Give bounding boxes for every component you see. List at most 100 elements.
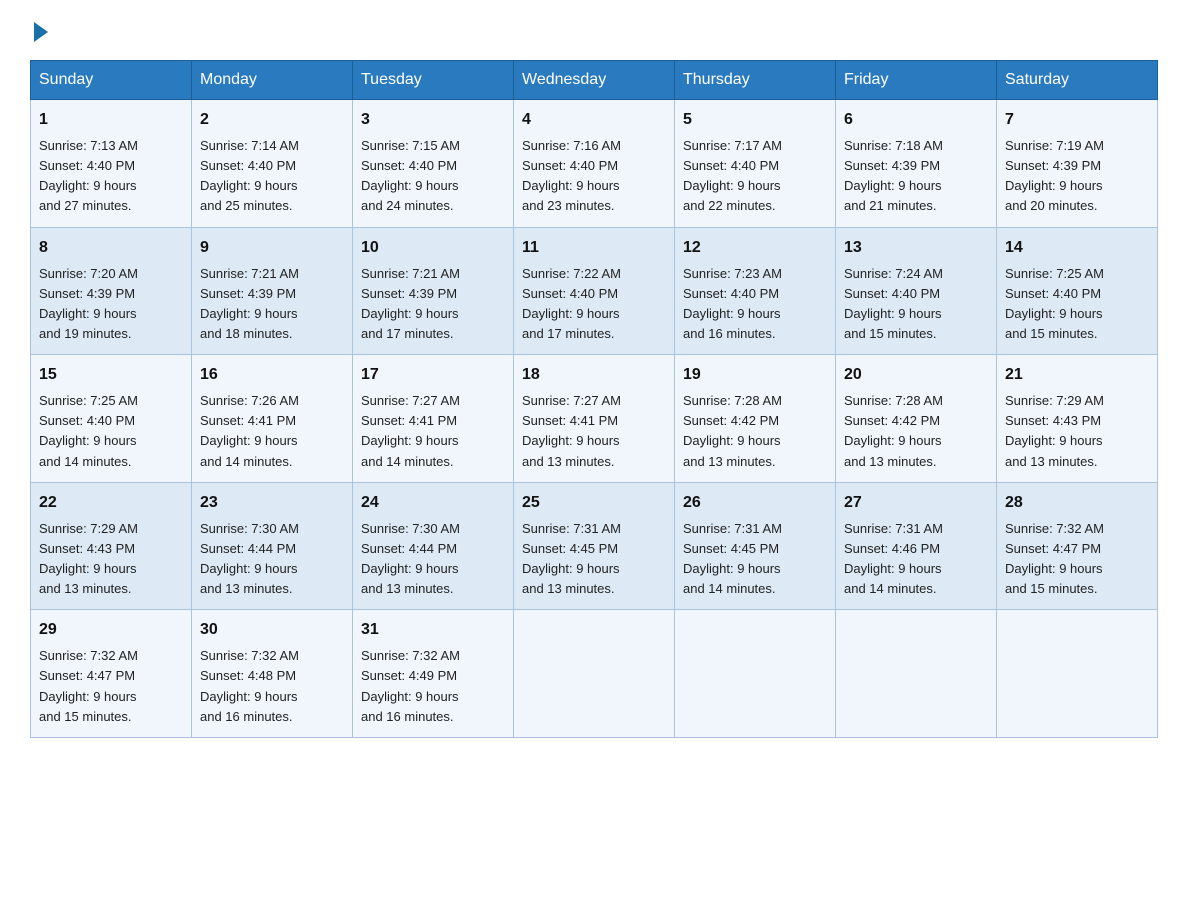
day-number: 10 [361, 236, 505, 260]
day-number: 2 [200, 108, 344, 132]
calendar-cell [514, 610, 675, 738]
day-number: 23 [200, 491, 344, 515]
day-number: 28 [1005, 491, 1149, 515]
calendar-cell: 15 Sunrise: 7:25 AMSunset: 4:40 PMDaylig… [31, 355, 192, 483]
day-number: 6 [844, 108, 988, 132]
day-info: Sunrise: 7:20 AMSunset: 4:39 PMDaylight:… [39, 266, 138, 341]
calendar-cell: 26 Sunrise: 7:31 AMSunset: 4:45 PMDaylig… [675, 482, 836, 610]
day-info: Sunrise: 7:30 AMSunset: 4:44 PMDaylight:… [361, 521, 460, 596]
day-number: 9 [200, 236, 344, 260]
day-info: Sunrise: 7:26 AMSunset: 4:41 PMDaylight:… [200, 393, 299, 468]
day-info: Sunrise: 7:29 AMSunset: 4:43 PMDaylight:… [1005, 393, 1104, 468]
day-number: 31 [361, 618, 505, 642]
day-number: 4 [522, 108, 666, 132]
day-number: 24 [361, 491, 505, 515]
day-number: 17 [361, 363, 505, 387]
calendar-cell: 4 Sunrise: 7:16 AMSunset: 4:40 PMDayligh… [514, 100, 675, 228]
day-info: Sunrise: 7:23 AMSunset: 4:40 PMDaylight:… [683, 266, 782, 341]
day-info: Sunrise: 7:16 AMSunset: 4:40 PMDaylight:… [522, 138, 621, 213]
day-info: Sunrise: 7:15 AMSunset: 4:40 PMDaylight:… [361, 138, 460, 213]
header-wednesday: Wednesday [514, 61, 675, 100]
day-info: Sunrise: 7:28 AMSunset: 4:42 PMDaylight:… [683, 393, 782, 468]
day-info: Sunrise: 7:32 AMSunset: 4:47 PMDaylight:… [39, 648, 138, 723]
day-info: Sunrise: 7:29 AMSunset: 4:43 PMDaylight:… [39, 521, 138, 596]
day-info: Sunrise: 7:18 AMSunset: 4:39 PMDaylight:… [844, 138, 943, 213]
day-info: Sunrise: 7:27 AMSunset: 4:41 PMDaylight:… [361, 393, 460, 468]
calendar-table: SundayMondayTuesdayWednesdayThursdayFrid… [30, 60, 1158, 738]
day-number: 5 [683, 108, 827, 132]
calendar-cell: 13 Sunrise: 7:24 AMSunset: 4:40 PMDaylig… [836, 227, 997, 355]
day-number: 30 [200, 618, 344, 642]
calendar-header-row: SundayMondayTuesdayWednesdayThursdayFrid… [31, 61, 1158, 100]
header-sunday: Sunday [31, 61, 192, 100]
header-thursday: Thursday [675, 61, 836, 100]
day-info: Sunrise: 7:25 AMSunset: 4:40 PMDaylight:… [39, 393, 138, 468]
day-info: Sunrise: 7:31 AMSunset: 4:45 PMDaylight:… [522, 521, 621, 596]
calendar-cell: 27 Sunrise: 7:31 AMSunset: 4:46 PMDaylig… [836, 482, 997, 610]
day-number: 12 [683, 236, 827, 260]
calendar-cell: 17 Sunrise: 7:27 AMSunset: 4:41 PMDaylig… [353, 355, 514, 483]
header-tuesday: Tuesday [353, 61, 514, 100]
logo [30, 20, 48, 42]
calendar-cell: 25 Sunrise: 7:31 AMSunset: 4:45 PMDaylig… [514, 482, 675, 610]
calendar-cell: 7 Sunrise: 7:19 AMSunset: 4:39 PMDayligh… [997, 100, 1158, 228]
calendar-cell: 3 Sunrise: 7:15 AMSunset: 4:40 PMDayligh… [353, 100, 514, 228]
calendar-cell: 14 Sunrise: 7:25 AMSunset: 4:40 PMDaylig… [997, 227, 1158, 355]
day-number: 11 [522, 236, 666, 260]
day-number: 22 [39, 491, 183, 515]
calendar-cell: 12 Sunrise: 7:23 AMSunset: 4:40 PMDaylig… [675, 227, 836, 355]
calendar-cell [997, 610, 1158, 738]
day-info: Sunrise: 7:17 AMSunset: 4:40 PMDaylight:… [683, 138, 782, 213]
day-info: Sunrise: 7:32 AMSunset: 4:47 PMDaylight:… [1005, 521, 1104, 596]
calendar-cell: 22 Sunrise: 7:29 AMSunset: 4:43 PMDaylig… [31, 482, 192, 610]
day-number: 18 [522, 363, 666, 387]
calendar-cell [675, 610, 836, 738]
day-info: Sunrise: 7:19 AMSunset: 4:39 PMDaylight:… [1005, 138, 1104, 213]
calendar-cell: 23 Sunrise: 7:30 AMSunset: 4:44 PMDaylig… [192, 482, 353, 610]
calendar-cell: 8 Sunrise: 7:20 AMSunset: 4:39 PMDayligh… [31, 227, 192, 355]
calendar-week-row: 22 Sunrise: 7:29 AMSunset: 4:43 PMDaylig… [31, 482, 1158, 610]
day-number: 27 [844, 491, 988, 515]
day-number: 19 [683, 363, 827, 387]
day-info: Sunrise: 7:21 AMSunset: 4:39 PMDaylight:… [200, 266, 299, 341]
calendar-cell: 24 Sunrise: 7:30 AMSunset: 4:44 PMDaylig… [353, 482, 514, 610]
calendar-cell: 29 Sunrise: 7:32 AMSunset: 4:47 PMDaylig… [31, 610, 192, 738]
day-info: Sunrise: 7:21 AMSunset: 4:39 PMDaylight:… [361, 266, 460, 341]
calendar-cell: 9 Sunrise: 7:21 AMSunset: 4:39 PMDayligh… [192, 227, 353, 355]
day-number: 21 [1005, 363, 1149, 387]
day-info: Sunrise: 7:32 AMSunset: 4:48 PMDaylight:… [200, 648, 299, 723]
day-info: Sunrise: 7:32 AMSunset: 4:49 PMDaylight:… [361, 648, 460, 723]
day-number: 8 [39, 236, 183, 260]
header-friday: Friday [836, 61, 997, 100]
calendar-cell: 16 Sunrise: 7:26 AMSunset: 4:41 PMDaylig… [192, 355, 353, 483]
day-info: Sunrise: 7:14 AMSunset: 4:40 PMDaylight:… [200, 138, 299, 213]
day-number: 15 [39, 363, 183, 387]
calendar-cell: 10 Sunrise: 7:21 AMSunset: 4:39 PMDaylig… [353, 227, 514, 355]
calendar-cell: 28 Sunrise: 7:32 AMSunset: 4:47 PMDaylig… [997, 482, 1158, 610]
day-info: Sunrise: 7:28 AMSunset: 4:42 PMDaylight:… [844, 393, 943, 468]
day-number: 29 [39, 618, 183, 642]
day-number: 1 [39, 108, 183, 132]
calendar-cell: 5 Sunrise: 7:17 AMSunset: 4:40 PMDayligh… [675, 100, 836, 228]
day-number: 13 [844, 236, 988, 260]
header-monday: Monday [192, 61, 353, 100]
calendar-week-row: 8 Sunrise: 7:20 AMSunset: 4:39 PMDayligh… [31, 227, 1158, 355]
day-number: 14 [1005, 236, 1149, 260]
day-info: Sunrise: 7:13 AMSunset: 4:40 PMDaylight:… [39, 138, 138, 213]
day-number: 25 [522, 491, 666, 515]
calendar-cell: 31 Sunrise: 7:32 AMSunset: 4:49 PMDaylig… [353, 610, 514, 738]
day-info: Sunrise: 7:22 AMSunset: 4:40 PMDaylight:… [522, 266, 621, 341]
page-header [30, 20, 1158, 42]
day-number: 7 [1005, 108, 1149, 132]
day-info: Sunrise: 7:31 AMSunset: 4:46 PMDaylight:… [844, 521, 943, 596]
day-info: Sunrise: 7:31 AMSunset: 4:45 PMDaylight:… [683, 521, 782, 596]
calendar-cell: 18 Sunrise: 7:27 AMSunset: 4:41 PMDaylig… [514, 355, 675, 483]
calendar-cell: 1 Sunrise: 7:13 AMSunset: 4:40 PMDayligh… [31, 100, 192, 228]
day-number: 20 [844, 363, 988, 387]
day-info: Sunrise: 7:30 AMSunset: 4:44 PMDaylight:… [200, 521, 299, 596]
day-info: Sunrise: 7:25 AMSunset: 4:40 PMDaylight:… [1005, 266, 1104, 341]
day-info: Sunrise: 7:27 AMSunset: 4:41 PMDaylight:… [522, 393, 621, 468]
calendar-cell: 2 Sunrise: 7:14 AMSunset: 4:40 PMDayligh… [192, 100, 353, 228]
calendar-cell: 30 Sunrise: 7:32 AMSunset: 4:48 PMDaylig… [192, 610, 353, 738]
day-number: 16 [200, 363, 344, 387]
